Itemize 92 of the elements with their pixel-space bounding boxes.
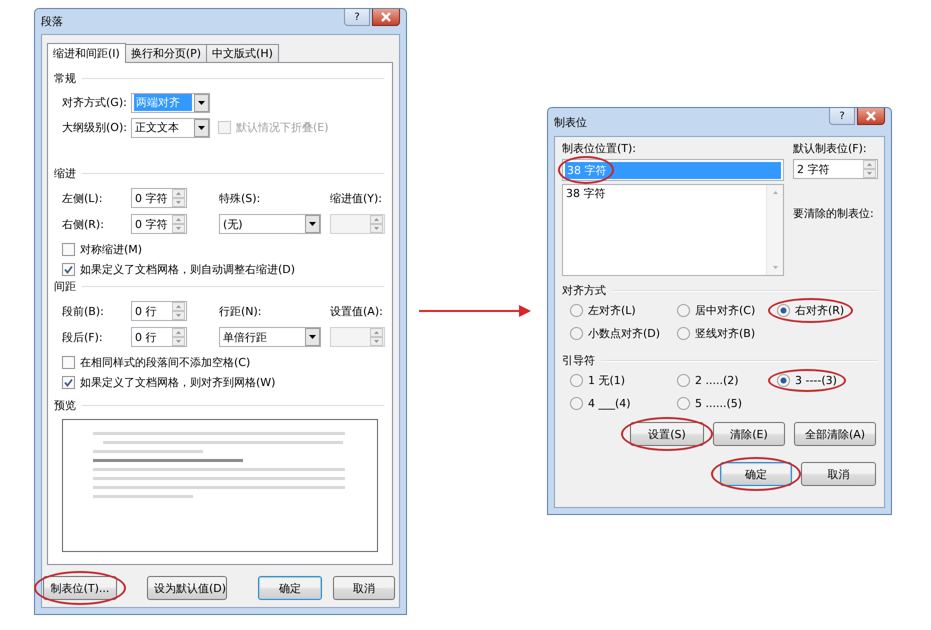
radio-button[interactable]: 右对齐(R) — [777, 303, 844, 318]
field-label: 默认制表位(F): — [793, 141, 868, 156]
radio-button[interactable]: 左对齐(L) — [570, 303, 636, 318]
radio-button[interactable]: 1 无(1) — [570, 373, 626, 388]
button[interactable]: 取消 — [801, 462, 876, 486]
field-label: 制表位位置(T): — [562, 141, 638, 156]
checkbox-icon[interactable] — [62, 262, 75, 276]
button[interactable]: 清除(E) — [713, 422, 785, 446]
radio-button[interactable]: 竖线对齐(B) — [677, 326, 756, 341]
spinner-field[interactable] — [330, 327, 385, 347]
dropdown-field[interactable]: 单倍行距 — [219, 327, 321, 347]
radio-icon[interactable] — [570, 304, 583, 317]
radio-icon[interactable] — [777, 374, 790, 386]
radio-icon[interactable] — [570, 396, 583, 410]
radio-icon[interactable] — [677, 374, 690, 386]
spin-arrows-icon[interactable] — [172, 302, 185, 320]
caret-icon[interactable] — [305, 215, 320, 233]
checkbox[interactable]: 在相同样式的段落间不添加空格(C) — [62, 354, 250, 370]
dropdown-field[interactable]: 正文文本 — [131, 118, 210, 138]
dropdown-field[interactable]: (无) — [219, 214, 321, 234]
close-button[interactable] — [372, 9, 400, 26]
spin-arrows-icon[interactable] — [172, 328, 185, 346]
spin-arrows-icon[interactable] — [172, 215, 185, 233]
spinner-field[interactable]: 0 字符 — [131, 214, 187, 234]
radio-icon[interactable] — [570, 374, 583, 387]
radio-icon[interactable] — [677, 327, 690, 340]
radio-button[interactable]: 3 ----(3) — [777, 374, 837, 386]
section-heading: 间距 — [54, 279, 76, 294]
checkbox-icon[interactable] — [62, 376, 75, 388]
field-label: 缩进值(Y): — [330, 190, 384, 206]
button[interactable]: 设为默认值(D) — [147, 576, 227, 600]
radio-button[interactable]: 4 ___(4) — [570, 396, 631, 410]
spin-arrows-icon[interactable] — [863, 160, 876, 178]
button[interactable]: 确定 — [720, 462, 792, 486]
list-item[interactable]: 38 字符 — [566, 186, 763, 201]
field-label: 右侧(R): — [62, 216, 105, 232]
field-label: 大纲级别(O): — [62, 120, 128, 135]
radio-button[interactable]: 2 .....(2) — [677, 374, 739, 386]
radio-button[interactable]: 小数点对齐(D) — [570, 326, 660, 341]
close-icon[interactable] — [380, 12, 392, 22]
section-heading: 预览 — [54, 398, 76, 413]
radio-icon[interactable] — [677, 396, 690, 410]
arrow-icon — [419, 305, 531, 317]
radio-button[interactable]: 5 ......(5) — [677, 396, 742, 410]
scroll-bar[interactable] — [766, 185, 783, 275]
help-button[interactable]: ? — [344, 9, 370, 26]
window-title: 段落 — [41, 14, 63, 29]
section-heading: 常规 — [54, 71, 76, 86]
button[interactable]: 设置(S) — [630, 422, 704, 446]
section-heading: 缩进 — [54, 166, 76, 181]
field-label: 特殊(S): — [219, 190, 262, 206]
radio-icon[interactable] — [777, 304, 790, 317]
caret-icon[interactable] — [305, 328, 320, 346]
field-label: 设置值(A): — [330, 304, 384, 318]
button[interactable]: 制表位(T)... — [43, 576, 117, 600]
spin-arrows-icon[interactable] — [370, 328, 383, 346]
button[interactable]: 取消 — [333, 576, 395, 600]
checkbox[interactable]: 如果定义了文档网格，则对齐到网格(W) — [62, 374, 276, 390]
list-box[interactable]: 38 字符 — [562, 184, 784, 276]
field-label: 要清除的制表位: — [793, 206, 875, 221]
caret-icon[interactable] — [194, 94, 209, 112]
window-title: 制表位 — [554, 114, 587, 130]
checkbox-icon[interactable] — [62, 356, 75, 368]
spinner-field[interactable] — [330, 214, 385, 234]
section-heading: 对齐方式 — [562, 283, 606, 298]
spinner-field[interactable]: 2 字符 — [793, 159, 878, 179]
spin-arrows-icon[interactable] — [172, 189, 185, 207]
field-label: 行距(N): — [219, 304, 263, 318]
tab[interactable]: 中文版式(H) — [206, 44, 279, 62]
radio-button[interactable]: 居中对齐(C) — [677, 303, 756, 318]
field-label: 左侧(L): — [62, 190, 104, 206]
checkbox-icon[interactable] — [62, 242, 75, 256]
radio-icon[interactable] — [570, 327, 583, 340]
spinner-field[interactable]: 0 行 — [131, 327, 187, 347]
checkbox[interactable]: 对称缩进(M) — [62, 242, 142, 256]
spinner-field[interactable]: 0 行 — [131, 301, 187, 321]
button[interactable]: 全部清除(A) — [794, 422, 876, 446]
close-button[interactable] — [857, 108, 885, 125]
spinner-field[interactable]: 0 字符 — [131, 188, 187, 208]
spin-arrows-icon[interactable] — [370, 215, 383, 233]
tab[interactable]: 换行和分页(P) — [124, 44, 208, 62]
field-label: 段前(B): — [62, 304, 105, 318]
field-label: 对齐方式(G): — [62, 95, 128, 110]
tab[interactable]: 缩进和间距(I) — [47, 43, 126, 63]
checkbox[interactable]: 如果定义了文档网格，则自动调整右缩进(D) — [62, 262, 296, 276]
radio-icon[interactable] — [677, 304, 690, 317]
button[interactable]: 确定 — [258, 576, 322, 600]
field-label: 段后(F): — [62, 330, 104, 344]
section-heading: 引导符 — [562, 353, 595, 368]
help-button[interactable]: ? — [829, 108, 855, 125]
close-icon[interactable] — [865, 111, 877, 121]
caret-icon[interactable] — [194, 118, 209, 136]
